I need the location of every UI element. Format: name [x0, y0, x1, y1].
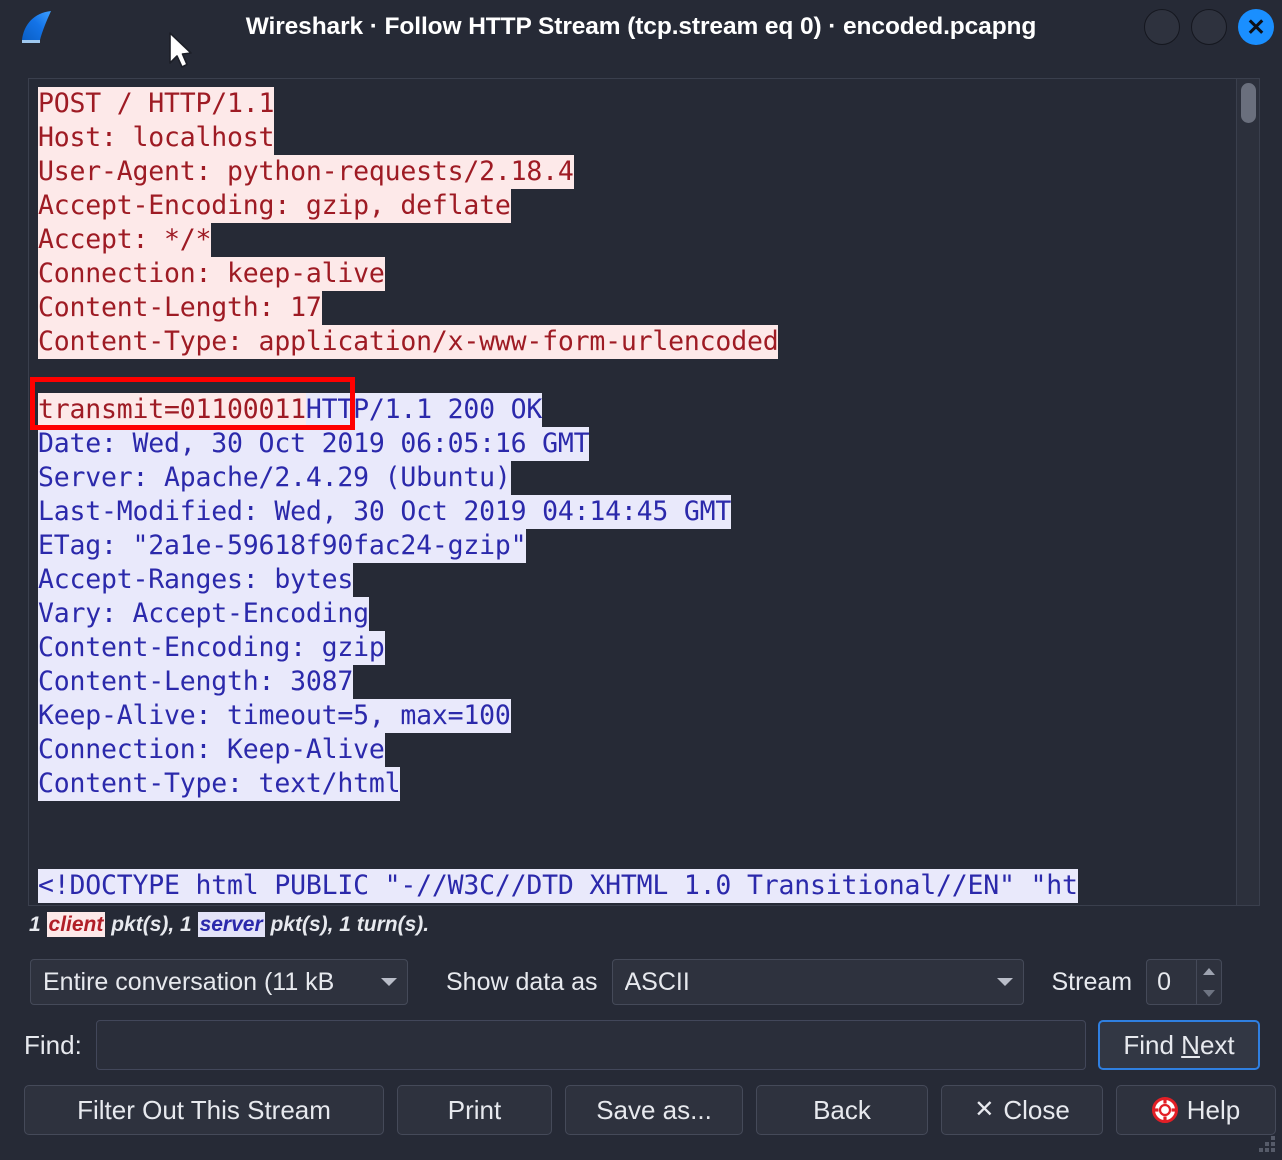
dialog-button-bar: Filter Out This Stream Print Save as... … [24, 1085, 1276, 1135]
find-next-prefix: Find [1123, 1029, 1182, 1060]
stream-line-text-inline: HTTP/1.1 200 OK [305, 393, 543, 427]
help-button-label: Help [1186, 1094, 1241, 1125]
resize-grip[interactable] [1255, 1134, 1277, 1156]
stream-content-area[interactable]: POST / HTTP/1.1 Host: localhost User-Agent… [28, 78, 1260, 906]
stream-line: transmit=01100011HTTP/1.1 200 OK [38, 393, 1235, 427]
minimize-button[interactable] [1144, 9, 1180, 45]
stream-stepper-arrows [1196, 959, 1223, 1005]
scrollbar-thumb[interactable] [1241, 83, 1256, 123]
stream-increment-button[interactable] [1197, 960, 1221, 982]
status-suffix: pkt(s), 1 turn(s). [264, 913, 430, 936]
stream-line: Accept: */* [38, 223, 1235, 257]
stream-line-text: ETag: "2a1e-59618f90fac24-gzip" [38, 529, 527, 563]
stream-line: <!DOCTYPE html PUBLIC "-//W3C//DTD XHTML… [38, 869, 1235, 903]
title-bar: Wireshark · Follow HTTP Stream (tcp.stre… [0, 0, 1282, 68]
stream-line-text: Server: Apache/2.4.29 (Ubuntu) [38, 461, 511, 495]
stream-line: Accept-Ranges: bytes [38, 563, 1235, 597]
status-middle: pkt(s), 1 [105, 913, 198, 936]
stream-line-text: transmit=01100011 [38, 393, 306, 427]
stream-number-stepper[interactable]: 0 [1146, 959, 1223, 1005]
stream-controls-row: Entire conversation (11 kB Show data as … [30, 958, 1258, 1006]
stream-line-text: Accept-Encoding: gzip, deflate [38, 189, 511, 223]
stream-label: Stream [1051, 967, 1133, 996]
close-dialog-button[interactable]: ✕ Close [941, 1085, 1103, 1135]
stream-line-text: Connection: Keep-Alive [38, 733, 385, 767]
stream-line [38, 359, 1235, 393]
stream-line: Content-Length: 3087 [38, 665, 1235, 699]
close-window-button[interactable]: ✕ [1238, 9, 1274, 45]
stream-line: Accept-Encoding: gzip, deflate [38, 189, 1235, 223]
stream-line-text: POST / HTTP/1.1 [38, 87, 275, 121]
conversation-select-value: Entire conversation (11 kB [43, 967, 335, 996]
stream-line: Content-Type: application/x-www-form-url… [38, 325, 1235, 359]
stream-line [38, 801, 1235, 835]
mouse-pointer-icon [169, 32, 192, 68]
lifebuoy-icon [1151, 1097, 1178, 1123]
stream-lines: POST / HTTP/1.1 Host: localhost User-Agent… [29, 79, 1235, 905]
stream-line: Last-Modified: Wed, 30 Oct 2019 04:14:45… [38, 495, 1235, 529]
stream-line: User-Agent: python-requests/2.18.4 [38, 155, 1235, 189]
help-button[interactable]: Help [1116, 1085, 1276, 1135]
stream-line-text: Keep-Alive: timeout=5, max=100 [38, 699, 511, 733]
find-next-suffix: ext [1199, 1029, 1235, 1060]
status-client-word: client [46, 912, 106, 937]
back-button[interactable]: Back [756, 1085, 928, 1135]
stream-line: Content-Encoding: gzip [38, 631, 1235, 665]
stream-line-text: Content-Length: 3087 [38, 665, 354, 699]
save-as-button[interactable]: Save as... [565, 1085, 743, 1135]
stream-line: Server: Apache/2.4.29 (Ubuntu) [38, 461, 1235, 495]
stream-line-text: User-Agent: python-requests/2.18.4 [38, 155, 574, 189]
close-icon: ✕ [974, 1096, 995, 1123]
stream-line-text: <!DOCTYPE html PUBLIC "-//W3C//DTD XHTML… [38, 869, 1078, 903]
stream-line-text: Vary: Accept-Encoding [38, 597, 369, 631]
wireshark-fin-icon [22, 11, 51, 43]
close-button-label: Close [1003, 1094, 1070, 1125]
maximize-button[interactable] [1191, 9, 1227, 45]
stream-number-value[interactable]: 0 [1146, 959, 1197, 1005]
filter-out-stream-button[interactable]: Filter Out This Stream [24, 1085, 384, 1135]
stream-line-text: Last-Modified: Wed, 30 Oct 2019 04:14:45… [38, 495, 732, 529]
find-next-accel: N [1181, 1029, 1200, 1060]
status-server-word: server [197, 912, 265, 937]
stream-line: POST / HTTP/1.1 [38, 87, 1235, 121]
stream-line: Content-Length: 17 [38, 291, 1235, 325]
stream-line: ETag: "2a1e-59618f90fac24-gzip" [38, 529, 1235, 563]
stream-line: Content-Type: text/html [38, 767, 1235, 801]
find-label: Find: [24, 1029, 82, 1060]
print-button[interactable]: Print [397, 1085, 552, 1135]
find-input[interactable] [95, 1020, 1086, 1070]
stream-line-text: Content-Type: application/x-www-form-url… [38, 325, 779, 359]
stream-line-text: Accept-Ranges: bytes [38, 563, 354, 597]
show-data-as-label: Show data as [446, 967, 598, 996]
stream-line-text: Connection: keep-alive [38, 257, 385, 291]
stream-line [38, 835, 1235, 869]
show-data-as-value: ASCII [624, 967, 690, 996]
find-row: Find: Find Next [24, 1019, 1260, 1071]
window-controls: ✕ [1144, 9, 1274, 45]
stream-line-text: Host: localhost [38, 121, 275, 155]
stream-line-text: Content-Encoding: gzip [38, 631, 385, 665]
chevron-down-icon [996, 978, 1013, 986]
stream-line: Connection: keep-alive [38, 257, 1235, 291]
stream-line: Date: Wed, 30 Oct 2019 06:05:16 GMT [38, 427, 1235, 461]
stream-decrement-button[interactable] [1197, 982, 1221, 1004]
stream-line: Host: localhost [38, 121, 1235, 155]
stream-vertical-scrollbar[interactable] [1236, 79, 1259, 905]
packet-count-status: 1 client pkt(s), 1 server pkt(s), 1 turn… [29, 912, 430, 937]
stream-line: Connection: Keep-Alive [38, 733, 1235, 767]
window-title: Wireshark · Follow HTTP Stream (tcp.stre… [245, 13, 1037, 40]
find-next-button[interactable]: Find Next [1098, 1020, 1260, 1070]
stream-line-text: Content-Type: text/html [38, 767, 401, 801]
stream-line: Keep-Alive: timeout=5, max=100 [38, 699, 1235, 733]
stream-line-text: Date: Wed, 30 Oct 2019 06:05:16 GMT [38, 427, 590, 461]
stream-line: Vary: Accept-Encoding [38, 597, 1235, 631]
follow-stream-window: Wireshark · Follow HTTP Stream (tcp.stre… [0, 0, 1282, 1160]
show-data-as-select[interactable]: ASCII [611, 959, 1024, 1005]
status-prefix: 1 [29, 913, 47, 936]
conversation-select[interactable]: Entire conversation (11 kB [30, 959, 408, 1005]
chevron-down-icon [381, 978, 397, 986]
stream-line-text: Accept: */* [38, 223, 212, 257]
stream-line-text: Content-Length: 17 [38, 291, 322, 325]
